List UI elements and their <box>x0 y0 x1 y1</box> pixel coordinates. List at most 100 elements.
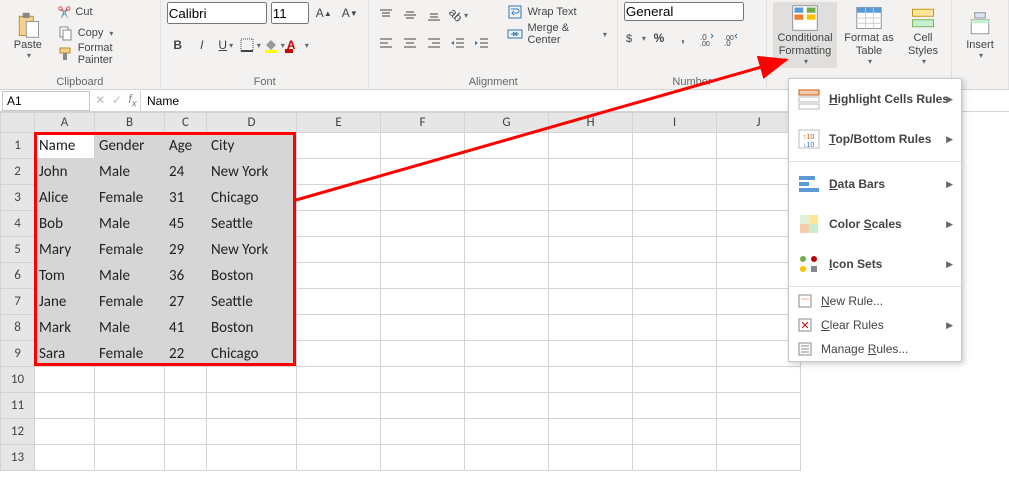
cell[interactable] <box>207 393 297 419</box>
table-row[interactable]: 2JohnMale24New York <box>1 159 801 185</box>
font-color-button[interactable]: A ▾ <box>287 34 309 56</box>
paste-button[interactable]: Paste ▾ <box>6 2 50 68</box>
menu-manage-rules[interactable]: Manage Rules... <box>789 337 961 361</box>
row-header[interactable]: 12 <box>1 419 35 445</box>
table-row[interactable]: 4BobMale45Seattle <box>1 211 801 237</box>
cell[interactable]: 24 <box>165 159 207 185</box>
cell[interactable]: Mary <box>35 237 95 263</box>
number-format-combo[interactable] <box>624 2 744 21</box>
menu-highlight-cells-rules[interactable]: Highlight Cells Rules ▶ <box>789 79 961 119</box>
menu-clear-rules[interactable]: Clear Rules ▶ <box>789 313 961 337</box>
cell[interactable] <box>465 445 549 471</box>
cell[interactable]: Chicago <box>207 341 297 367</box>
cell[interactable]: Alice <box>35 185 95 211</box>
cell[interactable] <box>465 315 549 341</box>
cell[interactable] <box>381 445 465 471</box>
align-left-button[interactable] <box>375 32 397 54</box>
cell[interactable]: 41 <box>165 315 207 341</box>
cell[interactable] <box>633 393 717 419</box>
cell[interactable] <box>465 133 549 159</box>
cell[interactable] <box>381 419 465 445</box>
decrease-decimal-button[interactable]: .00.0 <box>720 27 742 49</box>
format-as-table-button[interactable]: Format as Table ▾ <box>841 2 897 68</box>
border-button[interactable]: ▾ <box>239 34 261 56</box>
cell[interactable] <box>297 393 381 419</box>
cell[interactable] <box>633 263 717 289</box>
table-row[interactable]: 11 <box>1 393 801 419</box>
row-header[interactable]: 9 <box>1 341 35 367</box>
cell[interactable] <box>717 393 801 419</box>
cell[interactable] <box>297 445 381 471</box>
accounting-format-button[interactable]: $▾ <box>624 27 646 49</box>
cell[interactable] <box>297 211 381 237</box>
underline-button[interactable]: U▾ <box>215 34 237 56</box>
cell[interactable] <box>207 367 297 393</box>
cell[interactable] <box>297 237 381 263</box>
cell[interactable]: Jane <box>35 289 95 315</box>
cell[interactable] <box>549 419 633 445</box>
cell[interactable] <box>465 185 549 211</box>
cell[interactable] <box>465 289 549 315</box>
menu-data-bars[interactable]: Data Bars ▶ <box>789 164 961 204</box>
cell[interactable]: Boston <box>207 315 297 341</box>
format-painter-button[interactable]: Format Painter <box>54 44 154 64</box>
cell[interactable] <box>165 393 207 419</box>
name-box[interactable] <box>2 91 90 111</box>
cell[interactable]: City <box>207 133 297 159</box>
comma-button[interactable]: , <box>672 27 694 49</box>
cell[interactable] <box>297 289 381 315</box>
increase-font-button[interactable]: A▲ <box>313 2 335 24</box>
cell[interactable] <box>297 315 381 341</box>
cell[interactable] <box>465 211 549 237</box>
cell[interactable] <box>549 445 633 471</box>
cell[interactable] <box>717 367 801 393</box>
cell[interactable] <box>633 315 717 341</box>
cell[interactable] <box>465 237 549 263</box>
cell[interactable] <box>633 341 717 367</box>
cell[interactable]: Mark <box>35 315 95 341</box>
cell[interactable] <box>381 393 465 419</box>
cell[interactable] <box>633 419 717 445</box>
menu-top-bottom-rules[interactable]: ↑10↓10 Top/Bottom Rules ▶ <box>789 119 961 159</box>
select-all-corner[interactable] <box>1 113 35 133</box>
cell[interactable] <box>95 367 165 393</box>
conditional-formatting-button[interactable]: Conditional Formatting ▾ <box>773 2 837 68</box>
cell[interactable] <box>381 289 465 315</box>
cell[interactable] <box>207 419 297 445</box>
increase-decimal-button[interactable]: .0.00 <box>696 27 718 49</box>
cell[interactable] <box>35 367 95 393</box>
row-header[interactable]: 13 <box>1 445 35 471</box>
row-header[interactable]: 11 <box>1 393 35 419</box>
cell[interactable] <box>35 419 95 445</box>
fill-color-button[interactable]: ▾ <box>263 34 285 56</box>
row-header[interactable]: 4 <box>1 211 35 237</box>
cell[interactable] <box>381 263 465 289</box>
row-header[interactable]: 7 <box>1 289 35 315</box>
cell[interactable]: Female <box>95 289 165 315</box>
cell[interactable] <box>35 393 95 419</box>
cell[interactable] <box>297 367 381 393</box>
cell[interactable]: 36 <box>165 263 207 289</box>
cell[interactable] <box>633 159 717 185</box>
bold-button[interactable]: B <box>167 34 189 56</box>
row-header[interactable]: 10 <box>1 367 35 393</box>
cell[interactable] <box>465 263 549 289</box>
sheet-table[interactable]: A B C D E F G H I J 1NameGenderAgeCity2J… <box>0 112 801 471</box>
cell[interactable]: Age <box>165 133 207 159</box>
table-row[interactable]: 10 <box>1 367 801 393</box>
cell[interactable] <box>381 315 465 341</box>
cell[interactable] <box>633 211 717 237</box>
italic-button[interactable]: I <box>191 34 213 56</box>
cell[interactable] <box>549 159 633 185</box>
cell[interactable]: John <box>35 159 95 185</box>
align-middle-button[interactable] <box>399 4 421 26</box>
cell[interactable] <box>549 237 633 263</box>
copy-button[interactable]: Copy ▾ <box>54 23 154 43</box>
align-center-button[interactable] <box>399 32 421 54</box>
cell[interactable]: 29 <box>165 237 207 263</box>
cell[interactable] <box>549 315 633 341</box>
cell[interactable]: Gender <box>95 133 165 159</box>
cell[interactable]: 27 <box>165 289 207 315</box>
table-row[interactable]: 6TomMale36Boston <box>1 263 801 289</box>
table-row[interactable]: 7JaneFemale27Seattle <box>1 289 801 315</box>
